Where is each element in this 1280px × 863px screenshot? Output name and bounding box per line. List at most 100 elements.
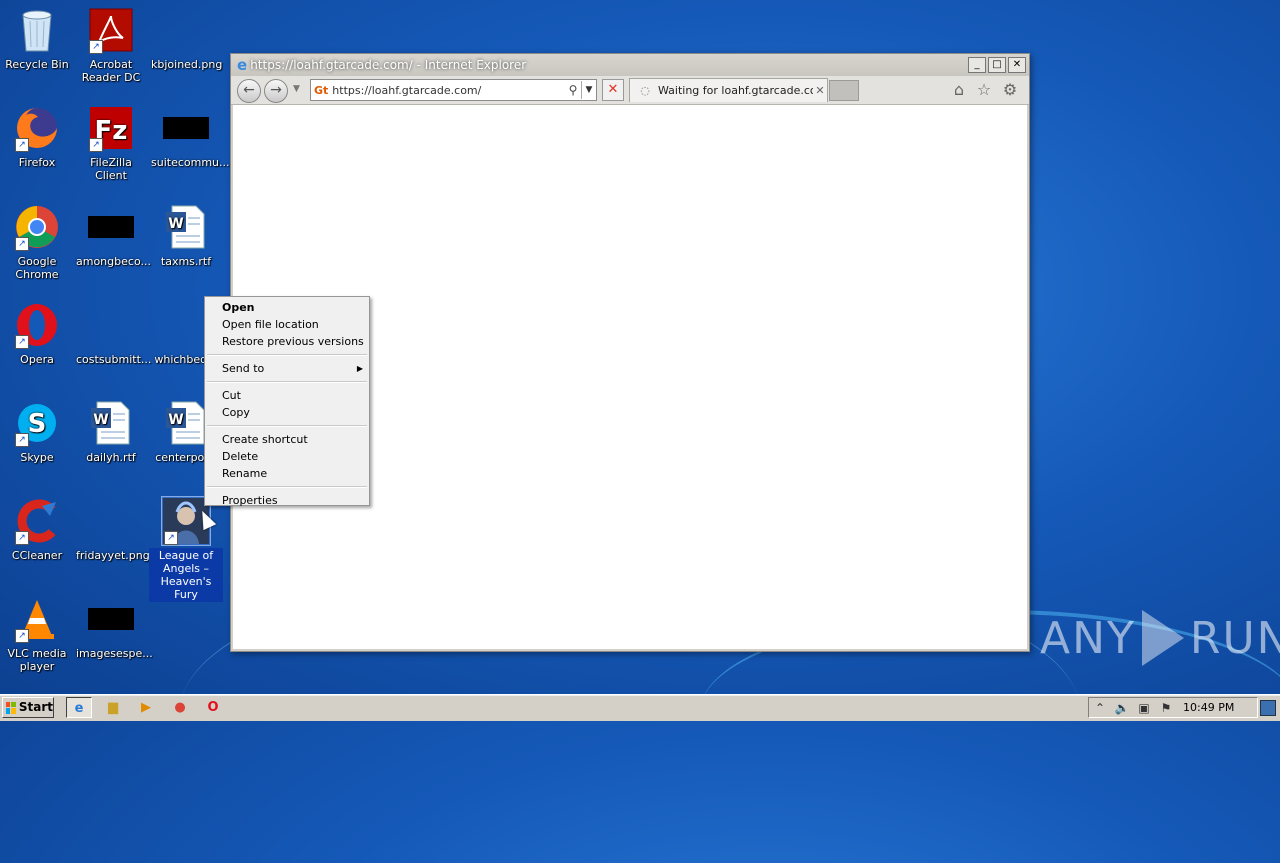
- desktop-icon-label: taxms.rtf: [160, 255, 212, 268]
- forward-button[interactable]: →: [264, 79, 288, 103]
- browser-tab[interactable]: ◌ Waiting for loahf.gtarcade.com ✕: [629, 78, 828, 102]
- search-icon[interactable]: ⚲: [565, 83, 581, 97]
- desktop-icon-filezilla[interactable]: Fz ↗ FileZilla Client: [74, 104, 148, 183]
- acrobat-icon: ↗: [87, 6, 135, 54]
- opera-icon: ↗: [13, 301, 61, 349]
- system-tray: ⌃ 🔈 ▣ ⚑ 10:49 PM: [1088, 697, 1258, 718]
- network-icon[interactable]: ▣: [1133, 701, 1155, 715]
- desktop-icon-ccleaner[interactable]: ↗ CCleaner: [0, 497, 74, 563]
- desktop-icon-png[interactable]: kbjoined.png: [149, 6, 223, 72]
- show-desktop-button[interactable]: [1260, 700, 1276, 716]
- clock[interactable]: 10:49 PM: [1183, 701, 1234, 714]
- watermark-text-right: RUN: [1189, 612, 1280, 664]
- png-file-icon: [162, 6, 210, 54]
- desktop-icon-file[interactable]: costsubmitt...: [74, 301, 151, 367]
- menu-item-copy[interactable]: Copy: [205, 404, 369, 421]
- taskbar-chrome-icon[interactable]: ●: [167, 697, 193, 718]
- anyrun-watermark: ANY RUN: [1040, 610, 1280, 666]
- desktop-icon-label: Acrobat Reader DC: [81, 58, 141, 84]
- new-tab-button[interactable]: [829, 80, 859, 101]
- png-file-icon: [87, 497, 135, 545]
- tab-title: Waiting for loahf.gtarcade.com: [658, 84, 813, 97]
- word-doc-icon: W: [162, 399, 210, 447]
- menu-item-open[interactable]: Open: [205, 299, 369, 316]
- desktop-icon-acrobat[interactable]: ↗ Acrobat Reader DC: [74, 6, 148, 85]
- desktop-icon-label: kbjoined.png: [151, 58, 223, 71]
- close-button[interactable]: ✕: [1008, 57, 1026, 73]
- settings-gear-icon[interactable]: ⚙: [1000, 80, 1020, 99]
- windows-logo-icon: [6, 701, 16, 714]
- menu-separator: [207, 381, 367, 383]
- taskbar-media-player-icon[interactable]: ▶: [133, 697, 159, 718]
- tray-expand-icon[interactable]: ⌃: [1089, 701, 1111, 715]
- menu-item-delete[interactable]: Delete: [205, 448, 369, 465]
- menu-item-create-shortcut[interactable]: Create shortcut: [205, 431, 369, 448]
- play-logo-icon: [1141, 610, 1184, 666]
- svg-text:W: W: [168, 216, 183, 232]
- menu-item-rename[interactable]: Rename: [205, 465, 369, 482]
- back-button[interactable]: ←: [237, 79, 261, 103]
- desktop-icon-png[interactable]: fridayyet.png: [74, 497, 150, 563]
- desktop-icon-rtf[interactable]: W dailyh.rtf: [74, 399, 148, 465]
- menu-separator: [207, 425, 367, 427]
- start-button[interactable]: Start: [2, 697, 54, 718]
- action-center-flag-icon[interactable]: ⚑: [1155, 701, 1177, 715]
- chrome-icon: ↗: [13, 203, 61, 251]
- tab-close-icon[interactable]: ✕: [813, 84, 827, 97]
- skype-icon: S ↗: [13, 399, 61, 447]
- vlc-icon: ↗: [13, 595, 61, 643]
- shortcut-arrow-icon: ↗: [15, 531, 29, 545]
- shortcut-arrow-icon: ↗: [89, 138, 103, 152]
- svg-text:S: S: [28, 409, 47, 439]
- desktop-icon-label: imagesespe...: [76, 647, 153, 660]
- home-icon[interactable]: ⌂: [949, 80, 969, 99]
- desktop-icon-firefox[interactable]: ↗ Firefox: [0, 104, 74, 170]
- address-bar[interactable]: Gt https://loahf.gtarcade.com/ ⚲ ▼: [310, 79, 597, 101]
- menu-item-send-to[interactable]: Send to ▶: [205, 360, 369, 377]
- desktop-icon-opera[interactable]: ↗ Opera: [0, 301, 74, 367]
- maximize-button[interactable]: □: [988, 57, 1006, 73]
- desktop-icon-chrome[interactable]: ↗ Google Chrome: [0, 203, 74, 282]
- desktop-icon-file[interactable]: imagesespe...: [74, 595, 153, 661]
- taskbar-opera-icon[interactable]: O: [200, 697, 226, 718]
- favorites-star-icon[interactable]: ☆: [974, 80, 994, 99]
- minimize-button[interactable]: _: [968, 57, 986, 73]
- menu-separator: [207, 354, 367, 356]
- menu-item-properties[interactable]: Properties: [205, 492, 369, 509]
- taskbar-ie-icon[interactable]: e: [66, 697, 92, 718]
- desktop-icon-recycle-bin[interactable]: Recycle Bin: [0, 6, 74, 72]
- desktop-icon-label: amongbeco...: [76, 255, 151, 268]
- desktop-icon-file[interactable]: amongbeco...: [74, 203, 151, 269]
- nav-dropdown-icon[interactable]: ▼: [293, 84, 300, 94]
- ie-toolbar: ← → ▼ Gt https://loahf.gtarcade.com/ ⚲ ▼…: [231, 76, 1029, 105]
- shortcut-arrow-icon: ↗: [15, 237, 29, 251]
- png-file-icon: [162, 301, 210, 349]
- address-dropdown-icon[interactable]: ▼: [581, 81, 596, 99]
- file-icon: [162, 104, 210, 152]
- desktop-icon-vlc[interactable]: ↗ VLC media player: [0, 595, 74, 674]
- taskbar: Start e ▆ ▶ ● O ⌃ 🔈 ▣ ⚑ 10:49 PM: [0, 694, 1280, 721]
- file-icon: [87, 595, 135, 643]
- desktop-icon-label: dailyh.rtf: [86, 451, 136, 464]
- desktop-icon-file[interactable]: suitecommu...: [149, 104, 230, 170]
- desktop-icon-league-of-angels[interactable]: ↗ League of Angels – Heaven's Fury: [149, 496, 223, 602]
- address-input[interactable]: https://loahf.gtarcade.com/: [332, 84, 565, 97]
- desktop-icon-skype[interactable]: S ↗ Skype: [0, 399, 74, 465]
- menu-item-restore-previous-versions[interactable]: Restore previous versions: [205, 333, 369, 350]
- ccleaner-icon: ↗: [13, 497, 61, 545]
- menu-item-open-file-location[interactable]: Open file location: [205, 316, 369, 333]
- menu-separator: [207, 486, 367, 488]
- window-titlebar[interactable]: e https://loahf.gtarcade.com/ - Internet…: [231, 54, 1029, 76]
- file-icon: [87, 301, 135, 349]
- svg-text:W: W: [168, 412, 183, 428]
- stop-button[interactable]: ✕: [602, 79, 624, 101]
- volume-icon[interactable]: 🔈: [1111, 701, 1133, 715]
- taskbar-explorer-icon[interactable]: ▆: [100, 697, 126, 718]
- desktop-icon-label: VLC media player: [7, 647, 67, 673]
- desktop-icon-rtf[interactable]: W taxms.rtf: [149, 203, 223, 269]
- svg-text:W: W: [93, 412, 108, 428]
- word-doc-icon: W: [87, 399, 135, 447]
- loading-spinner-icon: ◌: [640, 84, 650, 97]
- menu-item-cut[interactable]: Cut: [205, 387, 369, 404]
- shortcut-arrow-icon: ↗: [15, 335, 29, 349]
